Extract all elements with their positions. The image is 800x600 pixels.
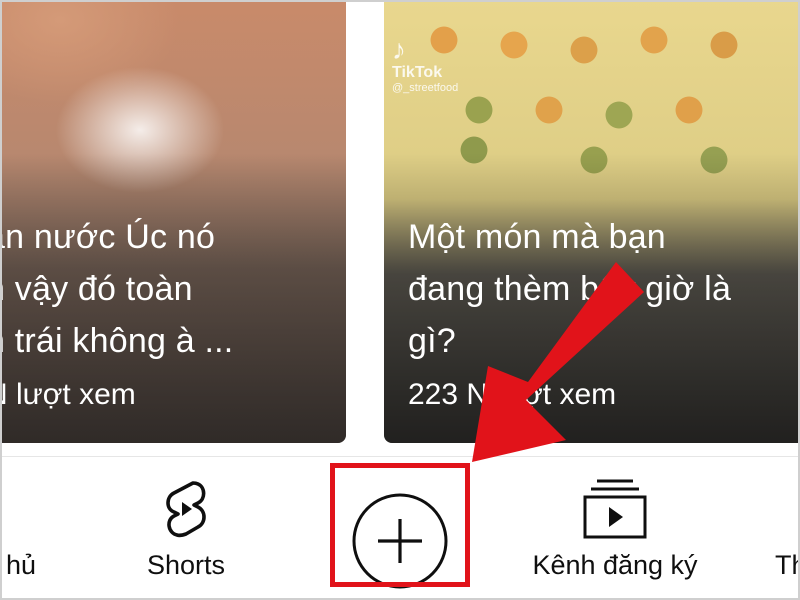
nav-shorts-label: Shorts: [146, 550, 226, 580]
red-arrow-annotation: [472, 262, 644, 462]
card-title-line: ăn nước Úc nó: [0, 218, 216, 256]
nav-subscriptions[interactable]: Kênh đăng ký: [510, 457, 720, 600]
nav-subscriptions-label: Kênh đăng ký: [532, 550, 698, 580]
app-screen: ăn nước Úc nó n vậy đó toàn n trái không…: [0, 0, 800, 600]
shorts-icon: [166, 481, 206, 538]
card-title: ăn nước Úc nó n vậy đó toàn n trái không…: [0, 211, 346, 367]
subscriptions-icon: [583, 479, 647, 539]
short-card[interactable]: ăn nước Úc nó n vậy đó toàn n trái không…: [0, 0, 346, 443]
card-view-count: N lượt xem: [0, 378, 136, 411]
nav-library[interactable]: Th: [770, 457, 800, 600]
tiktok-logo-icon: ♪: [392, 34, 406, 65]
watermark-brand: TikTok: [392, 64, 443, 81]
tiktok-watermark: ♪ TikTok @_streetfood: [392, 34, 459, 95]
nav-home[interactable]: hủ: [0, 457, 120, 600]
highlight-box-annotation: [330, 463, 470, 587]
watermark-handle: @_streetfood: [392, 82, 459, 94]
nav-library-label: Th: [775, 550, 800, 580]
card-title-line: n vậy đó toàn: [0, 270, 193, 308]
card-title-line: n trái không à ...: [0, 322, 234, 360]
nav-home-label: hủ: [5, 550, 36, 580]
nav-shorts[interactable]: Shorts: [112, 457, 260, 600]
shorts-feed: ăn nước Úc nó n vậy đó toàn n trái không…: [0, 0, 800, 443]
